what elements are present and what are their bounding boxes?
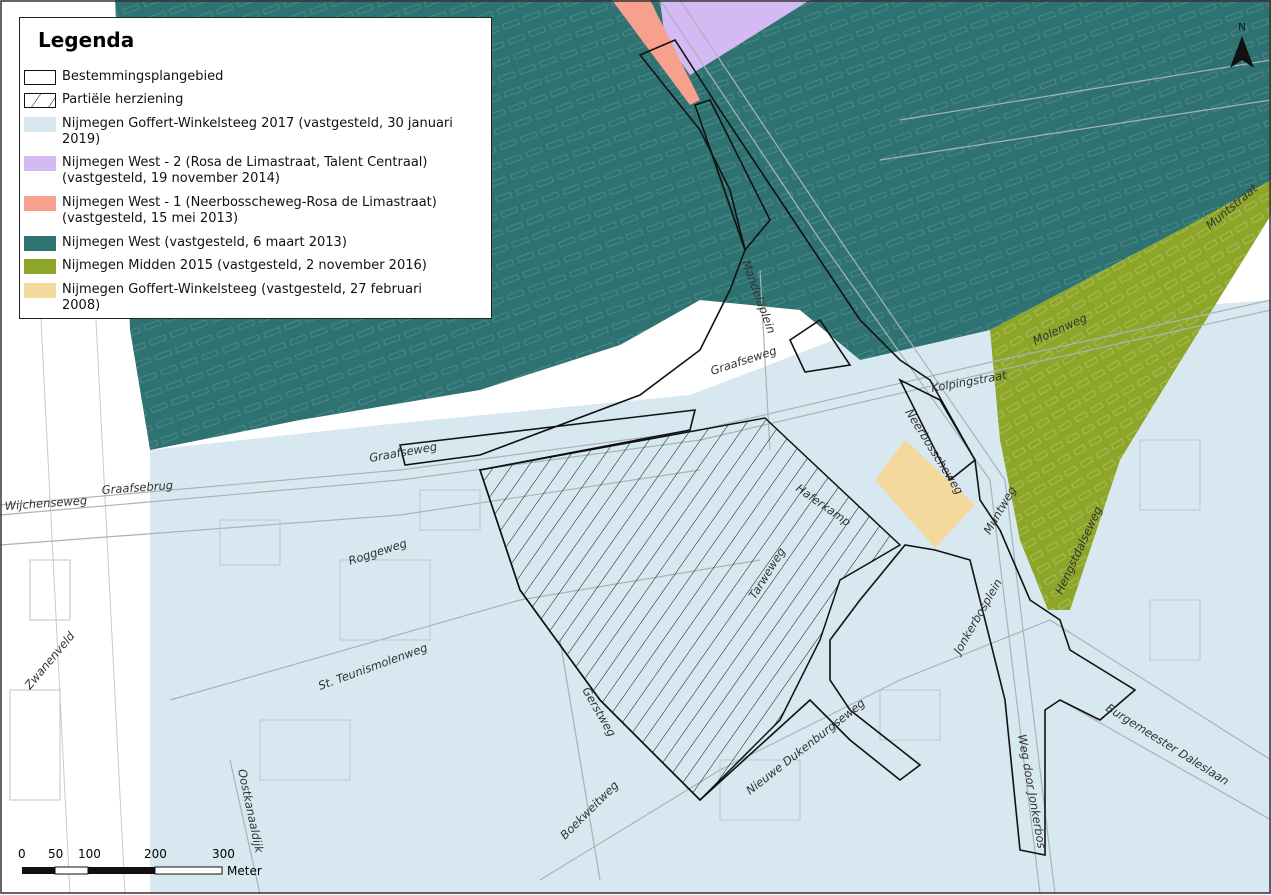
legend-swatch-hatch (24, 93, 56, 108)
legend-title: Legenda (38, 28, 135, 52)
scale-bar-graphic (22, 866, 223, 875)
legend-swatch-west-1 (24, 196, 56, 211)
legend-label: Nijmegen West - 1 (Neerbosscheweg-Rosa d… (62, 195, 437, 226)
legend-swatch-outline (24, 70, 56, 85)
legend-swatch-goffert-2017 (24, 117, 56, 132)
scale-tick-200: 200 (144, 847, 167, 861)
scale-tick-50: 50 (48, 847, 64, 861)
scale-tick-100: 100 (78, 847, 101, 861)
legend-label: Bestemmingsplangebied (62, 69, 224, 84)
legend: Legenda Bestemmingsplangebied Partiële h… (19, 17, 492, 319)
legend-label: Nijmegen Midden 2015 (vastgesteld, 2 nov… (62, 258, 427, 273)
north-label: N (1238, 22, 1245, 33)
legend-swatch-west-2 (24, 156, 56, 171)
legend-label: Nijmegen Goffert-Winkelsteeg (vastgestel… (62, 282, 423, 313)
legend-swatch-goffert-2008 (24, 283, 56, 298)
legend-label: Nijmegen West - 2 (Rosa de Limastraat, T… (62, 155, 428, 186)
legend-label: Nijmegen West (vastgesteld, 6 maart 2013… (62, 235, 347, 250)
scale-tick-0: 0 (18, 847, 26, 861)
legend-label: Nijmegen Goffert-Winkelsteeg 2017 (vastg… (62, 116, 453, 147)
legend-label: Partiële herziening (62, 92, 184, 107)
legend-swatch-midden-2015 (24, 259, 56, 274)
scale-tick-300: 300 (212, 847, 235, 861)
legend-swatch-west (24, 236, 56, 251)
scale-unit: Meter (227, 864, 262, 878)
